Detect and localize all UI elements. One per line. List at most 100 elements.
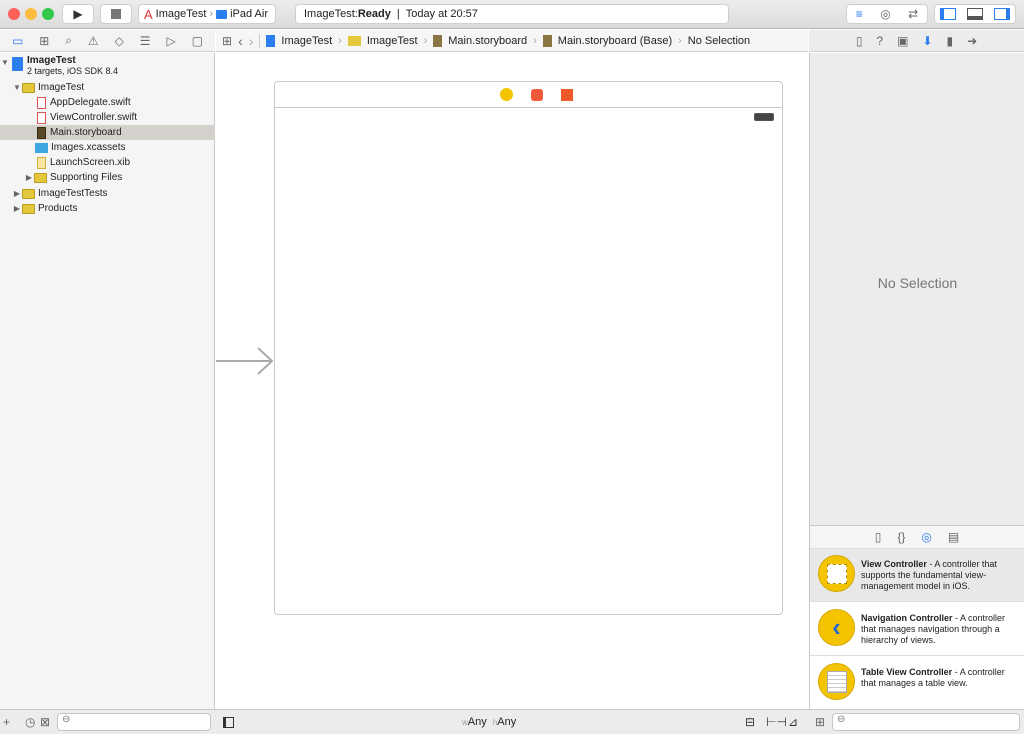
media-library-icon[interactable]: ▤ <box>948 530 959 544</box>
toggle-navigator-icon[interactable] <box>940 8 957 20</box>
storyboard-icon <box>433 34 443 47</box>
size-class-control[interactable]: wAny hAny <box>462 716 516 728</box>
zoom-button[interactable] <box>42 8 54 20</box>
source-control-filter-icon[interactable]: ⊠ <box>40 715 50 729</box>
size-inspector-icon[interactable]: ▮ <box>947 34 954 48</box>
item-label: ImageTest <box>38 82 85 93</box>
standard-editor-icon[interactable]: ≡ <box>856 7 863 21</box>
first-responder-icon[interactable] <box>531 88 543 101</box>
ipad-icon <box>216 9 228 19</box>
grid-view-icon[interactable]: ⊞ <box>815 715 825 729</box>
assistant-editor-icon[interactable]: ◎ <box>880 7 890 21</box>
navigator-filter-input[interactable]: ⊖ <box>57 713 211 731</box>
no-selection-label: No Selection <box>877 275 958 291</box>
breakpoint-icon[interactable]: ▷ <box>167 34 176 48</box>
item-title: Navigation Controller <box>861 613 953 623</box>
list-item[interactable]: ▶ ImageTestTests <box>0 186 215 201</box>
list-item[interactable]: ViewController.swift <box>0 110 215 125</box>
status-time: Today at 20:57 <box>405 8 478 20</box>
add-icon[interactable]: + <box>3 715 10 729</box>
status-prefix: ImageTest: <box>304 8 358 20</box>
list-item-selected[interactable]: Main.storyboard <box>0 125 215 140</box>
folder-icon <box>22 203 35 214</box>
file-inspector-icon[interactable]: ▯ <box>856 34 863 48</box>
project-subtitle: 2 targets, iOS SDK 8.4 <box>27 66 119 76</box>
folder-icon <box>22 82 35 93</box>
forward-icon[interactable]: › <box>249 33 254 49</box>
code-snippet-icon[interactable]: {} <box>897 530 905 544</box>
item-label: Main.storyboard <box>50 127 122 138</box>
jump-group[interactable]: ImageTest <box>367 35 418 47</box>
list-item[interactable]: Images.xcassets <box>0 140 215 155</box>
asset-catalog-icon <box>35 142 48 153</box>
report-icon[interactable]: ▢ <box>192 34 203 48</box>
item-label: AppDelegate.swift <box>50 97 131 108</box>
connections-inspector-icon[interactable]: ➜ <box>967 34 977 48</box>
close-button[interactable] <box>8 8 20 20</box>
jump-localization[interactable]: Main.storyboard (Base) <box>558 35 672 47</box>
object-library-icon[interactable]: ◎ <box>921 530 931 544</box>
item-title: View Controller <box>861 559 927 569</box>
height-class: Any <box>497 716 517 728</box>
jump-project[interactable]: ImageTest <box>281 35 332 47</box>
swift-file-icon <box>37 111 46 124</box>
run-button[interactable]: ▶ <box>62 4 94 24</box>
related-items-icon[interactable]: ⊞ <box>222 34 232 48</box>
library-item[interactable]: Table View Controller - A controller tha… <box>810 657 1024 710</box>
jump-bar: ⊞ ‹ › ImageTest › ImageTest › Main.storybo… <box>216 30 808 52</box>
identity-inspector-icon[interactable]: ▣ <box>897 34 908 48</box>
list-item[interactable]: LaunchScreen.xib <box>0 155 215 170</box>
toggle-utilities-icon[interactable] <box>993 8 1010 20</box>
app-icon: A <box>144 6 153 22</box>
play-icon: ▶ <box>73 7 83 21</box>
jump-file[interactable]: Main.storyboard <box>448 35 527 47</box>
library-tabs: ▯ {} ◎ ▤ <box>810 526 1024 549</box>
project-row[interactable]: ▼ ImageTest 2 targets, iOS SDK 8.4 <box>0 55 215 81</box>
toolbar: ▶ A ImageTest › iPad Air ImageTest: Read… <box>0 0 1024 29</box>
file-template-icon[interactable]: ▯ <box>875 530 882 544</box>
resolve-issues-icon[interactable]: ⊿ <box>788 715 798 729</box>
minimize-button[interactable] <box>25 8 37 20</box>
search-icon[interactable]: ⌕ <box>65 33 72 48</box>
list-item[interactable]: ▼ ImageTest <box>0 80 215 95</box>
version-editor-icon[interactable]: ⇄ <box>908 7 918 21</box>
item-label: ImageTestTests <box>38 188 108 199</box>
pin-icon[interactable]: ⊢⊣ <box>766 715 787 729</box>
device-name: iPad Air <box>230 8 269 20</box>
align-icon[interactable]: ⊟ <box>745 715 755 729</box>
exit-icon[interactable] <box>561 88 573 101</box>
symbol-navigator-icon[interactable]: ⊞ <box>39 34 49 48</box>
test-navigator-icon[interactable]: ◇ <box>115 34 124 48</box>
list-item[interactable]: ▶ Supporting Files <box>0 170 215 185</box>
document-outline-icon[interactable] <box>223 717 234 728</box>
stop-button[interactable] <box>100 4 132 24</box>
project-navigator-icon[interactable]: ▭ <box>12 34 23 48</box>
debug-navigator-icon[interactable]: ☰ <box>140 34 151 48</box>
item-label: Supporting Files <box>50 172 123 183</box>
list-item[interactable]: AppDelegate.swift <box>0 95 215 110</box>
library-filter-input[interactable]: ⊖ <box>832 713 1020 731</box>
jump-selection[interactable]: No Selection <box>688 35 750 47</box>
back-icon[interactable]: ‹ <box>238 33 243 49</box>
toggle-debug-icon[interactable] <box>966 8 983 20</box>
view-controller-scene[interactable] <box>274 81 783 615</box>
view-toggle-group <box>934 4 1016 24</box>
navigator-tabs: ▭ ⊞ ⌕ ⚠ ◇ ☰ ▷ ▢ <box>0 30 215 52</box>
warning-icon[interactable]: ⚠ <box>88 34 99 48</box>
library-item[interactable]: View Controller - A controller that supp… <box>810 549 1024 602</box>
item-label: Products <box>38 203 78 214</box>
project-name: ImageTest <box>27 55 76 66</box>
inspector-tabs: ▯ ? ▣ ⬇ ▮ ➜ <box>809 30 1024 52</box>
item-title: Table View Controller <box>861 667 953 677</box>
folder-icon <box>34 172 47 183</box>
scheme-selector[interactable]: A ImageTest › iPad Air <box>138 4 276 24</box>
quick-help-icon[interactable]: ? <box>876 34 883 48</box>
list-item[interactable]: ▶ Products <box>0 201 215 216</box>
view-controller-icon[interactable] <box>500 88 513 101</box>
recent-files-icon[interactable]: ◷ <box>25 715 35 729</box>
object-library: ▯ {} ◎ ▤ View Controller - A controller … <box>809 525 1024 710</box>
table-view-controller-icon <box>818 663 855 700</box>
item-label: LaunchScreen.xib <box>50 157 131 168</box>
attributes-inspector-icon[interactable]: ⬇ <box>922 34 932 48</box>
library-item[interactable]: ‹ Navigation Controller - A controller t… <box>810 603 1024 656</box>
